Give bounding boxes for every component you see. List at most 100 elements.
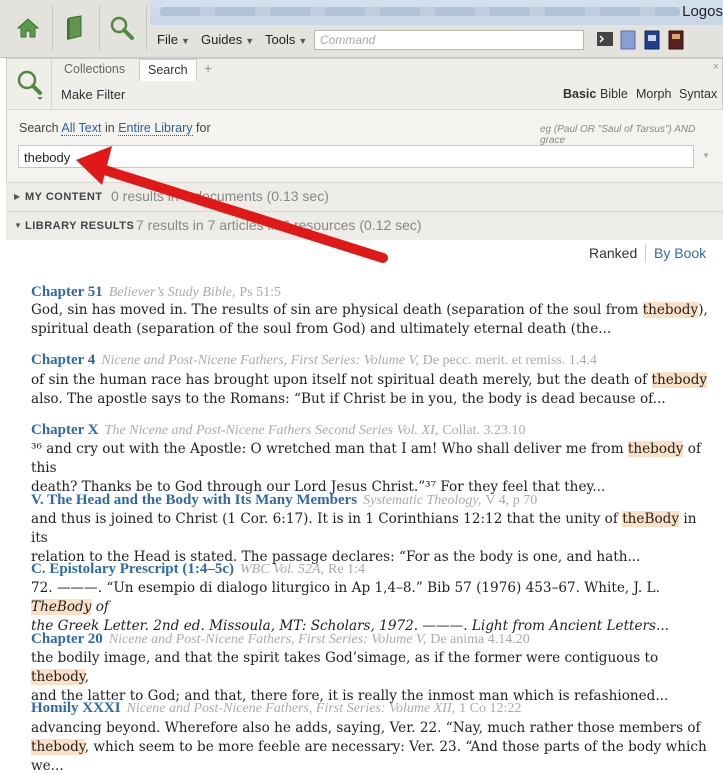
tab-collections[interactable]: Collections: [56, 59, 133, 80]
section-stat: 7 results in 7 articles in 6 resources (…: [136, 217, 422, 233]
snippet-text: we...: [31, 758, 64, 774]
search-for: for: [196, 121, 211, 135]
console-button[interactable]: [596, 30, 614, 50]
chevron-down-icon: ▼: [245, 36, 255, 46]
result-source: Nicene and Post-Nicene Fathers, First Se…: [101, 353, 419, 368]
result-source: Believer’s Study Bible,: [108, 285, 236, 300]
mode-basic[interactable]: Basic: [563, 87, 596, 101]
resource-button-2[interactable]: [644, 30, 662, 50]
guides-menu-label: Guides: [201, 32, 243, 47]
result-snippet[interactable]: God, sin has moved in. The results of si…: [31, 301, 716, 339]
file-menu-label: File: [157, 32, 178, 47]
search-prefix: Search: [19, 121, 59, 135]
snippet-text: God, sin has moved in. The results of si…: [31, 302, 643, 318]
make-filter-button[interactable]: Make Filter: [61, 87, 125, 102]
result-reference: Collat. 3.23.10: [442, 423, 526, 438]
book-cover-icon: [668, 30, 684, 50]
book-icon: [67, 15, 82, 40]
result-title[interactable]: Homily XXXI Nicene and Post-Nicene Father…: [31, 699, 521, 717]
my-content-section[interactable]: ▶ MY CONTENT 0 results in 0 documents (0…: [6, 182, 723, 211]
search-hit: thebody: [642, 302, 699, 318]
result-title[interactable]: Chapter X The Nicene and Post-Nicene Fath…: [31, 421, 525, 439]
command-input[interactable]: Command: [314, 30, 584, 50]
result-snippet[interactable]: of sin the human race has brought upon i…: [31, 371, 716, 409]
snippet-text: of sin the human race has brought upon i…: [31, 372, 652, 388]
snippet-text: advancing beyond. Wherefore also he adds…: [31, 720, 701, 736]
library-results-section[interactable]: ▼ LIBRARY RESULTS 7 results in 7 article…: [6, 211, 723, 240]
search-icon: [17, 70, 43, 100]
result-reference: De anima 4.14.20: [430, 632, 530, 647]
snippet-text: spiritual death (separation of the soul …: [31, 321, 612, 337]
close-panel-button[interactable]: ×: [713, 61, 719, 73]
result-snippet[interactable]: 72. ———. “Un esempio di dialogo liturgic…: [31, 579, 716, 636]
add-tab-button[interactable]: +: [204, 60, 212, 76]
window-title-strip: [150, 0, 723, 25]
search-hit: TheBody: [31, 599, 92, 615]
book-cover-icon: [644, 30, 660, 50]
result-heading[interactable]: Chapter 4: [31, 352, 95, 368]
chevron-down-icon: ▼: [180, 36, 190, 46]
result-heading[interactable]: Chapter 51: [31, 284, 103, 300]
resource-button-3[interactable]: [668, 30, 686, 50]
blurred-tabs: [160, 7, 680, 16]
console-icon: [597, 32, 613, 46]
result-reference: Re 1:4: [328, 562, 365, 577]
search-hint: eg (Paul OR "Saul of Tarsus") AND grace: [540, 124, 696, 146]
guides-menu[interactable]: Guides ▼: [201, 32, 254, 47]
result-source: The Nicene and Post-Nicene Fathers Secon…: [104, 423, 439, 438]
app-logo-text: Logos: [682, 3, 723, 20]
home-button[interactable]: [6, 6, 50, 50]
result-snippet[interactable]: and thus is joined to Christ (1 Cor. 6:1…: [31, 510, 716, 567]
mode-bible[interactable]: Bible: [600, 87, 628, 101]
result-reference: 1 Co 12:22: [459, 701, 522, 716]
result-reference: V 4, p 70: [485, 493, 538, 508]
search-input[interactable]: thebody: [18, 145, 694, 168]
result-source: WBC Vol. 52A,: [240, 562, 325, 577]
section-stat: 0 results in 0 documents (0.13 sec): [111, 188, 329, 204]
collapse-triangle-icon: ▼: [14, 221, 22, 230]
result-title[interactable]: Chapter 51 Believer’s Study Bible, Ps 51:5: [31, 283, 281, 301]
result-title[interactable]: V. The Head and the Body with Its Many M…: [31, 491, 537, 509]
result-heading[interactable]: Chapter 20: [31, 631, 103, 647]
result-heading[interactable]: Homily XXXI: [31, 700, 121, 716]
result-title[interactable]: Chapter 4 Nicene and Post-Nicene Fathers,…: [31, 351, 597, 369]
snippet-text: ),: [698, 302, 708, 318]
result-heading[interactable]: C. Epistolary Prescript (1:4–5c): [31, 561, 234, 577]
search-hit: thebody: [31, 669, 85, 685]
result-title[interactable]: Chapter 20 Nicene and Post-Nicene Fathers…: [31, 630, 530, 648]
section-label: LIBRARY RESULTS: [25, 220, 135, 232]
tools-menu-label: Tools: [265, 32, 296, 47]
result-snippet[interactable]: advancing beyond. Wherefore also he adds…: [31, 719, 716, 774]
scope-library-dropdown[interactable]: Entire Library: [118, 121, 193, 136]
sort-ranked[interactable]: Ranked: [589, 245, 637, 261]
snippet-text: , which seem to be more feeble are neces…: [84, 739, 707, 755]
result-snippet[interactable]: ³⁶ and cry out with the Apostle: O wretc…: [31, 440, 716, 497]
scope-text-dropdown[interactable]: All Text: [61, 121, 102, 136]
tools-menu[interactable]: Tools ▼: [265, 32, 307, 47]
mode-syntax[interactable]: Syntax: [679, 87, 717, 101]
sort-by-book[interactable]: By Book: [654, 245, 706, 261]
search-in: in: [104, 121, 115, 135]
expand-triangle-icon: ▶: [14, 192, 21, 201]
library-button[interactable]: [53, 6, 97, 50]
search-toolbar-button[interactable]: [100, 6, 144, 50]
result-heading[interactable]: Chapter X: [31, 422, 99, 438]
file-menu[interactable]: File ▼: [157, 32, 190, 47]
search-hit: thebody: [651, 372, 708, 388]
search-history-dropdown[interactable]: ▼: [702, 151, 710, 160]
home-icon: [16, 18, 40, 38]
search-hit: theBody: [622, 511, 680, 527]
tab-search[interactable]: Search: [139, 59, 197, 81]
result-title[interactable]: C. Epistolary Prescript (1:4–5c) WBC Vol.…: [31, 560, 365, 578]
mode-morph[interactable]: Morph: [636, 87, 671, 101]
snippet-text: of: [91, 599, 109, 615]
resource-button-1[interactable]: [620, 30, 638, 50]
sort-divider: [645, 244, 646, 262]
section-label: MY CONTENT: [25, 191, 103, 203]
panel-menu-button[interactable]: [6, 60, 52, 108]
chevron-down-icon: ▼: [298, 36, 308, 46]
result-source: Nicene and Post-Nicene Fathers, First Se…: [108, 632, 427, 647]
result-heading[interactable]: V. The Head and the Body with Its Many M…: [31, 492, 357, 508]
result-snippet[interactable]: the bodily image, and that the spirit ta…: [31, 649, 716, 706]
snippet-text: ,: [84, 669, 90, 685]
